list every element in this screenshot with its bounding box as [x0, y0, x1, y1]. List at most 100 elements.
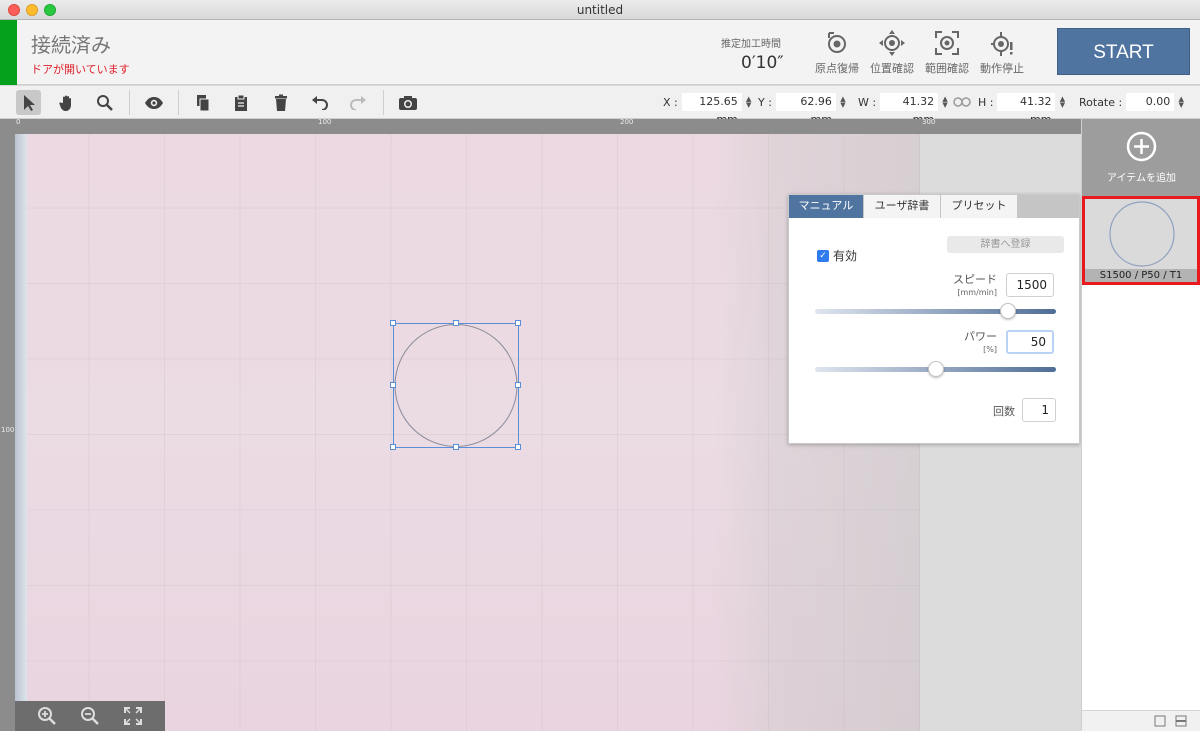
fit-screen-icon[interactable]	[123, 706, 143, 726]
estimated-time-value: 0′10″	[741, 53, 784, 73]
start-button[interactable]: START	[1057, 28, 1190, 75]
hand-tool-button[interactable]	[54, 90, 79, 115]
speed-slider-thumb[interactable]	[999, 303, 1016, 319]
x-stepper[interactable]: ▲ ▼	[745, 96, 753, 109]
hand-tool-icon	[58, 95, 71, 111]
zoom-window-button[interactable]	[44, 4, 56, 16]
y-stepper[interactable]: ▲ ▼	[839, 96, 847, 109]
list-item[interactable]: S1500 / P50 / T1	[1082, 196, 1200, 285]
undo-icon	[311, 95, 328, 110]
origin-return-icon	[828, 32, 846, 53]
item-sidebar: アイテムを追加 S1500 / P50 / T1	[1081, 119, 1200, 731]
resize-handle[interactable]	[390, 320, 396, 326]
tab-preset[interactable]: プリセット	[941, 195, 1018, 218]
paste-icon	[234, 94, 247, 111]
add-item-label: アイテムを追加	[1107, 173, 1176, 184]
redo-button[interactable]	[345, 90, 370, 115]
power-slider[interactable]	[815, 361, 1056, 377]
single-view-icon[interactable]	[1154, 715, 1166, 727]
edit-toolbar: X : 125.65 mm ▲▼ Y : 62.96 mm ▲▼ W : 41.…	[0, 86, 1200, 126]
preview-button[interactable]	[141, 90, 166, 115]
resize-handle[interactable]	[515, 444, 521, 450]
speed-input[interactable]: 1500	[1006, 273, 1054, 297]
rotate-input[interactable]: 0.00	[1126, 93, 1175, 111]
w-stepper[interactable]: ▲ ▼	[941, 96, 949, 109]
sidebar-footer	[1082, 710, 1200, 731]
tab-manual[interactable]: マニュアル	[789, 195, 864, 218]
zoom-out-icon[interactable]	[80, 706, 100, 726]
resize-handle[interactable]	[390, 444, 396, 450]
position-check-label: 位置確認	[870, 62, 914, 75]
paste-button[interactable]	[228, 90, 253, 115]
ruler-label: 100	[318, 118, 332, 126]
bed-edge	[15, 134, 27, 731]
zoom-tool-button[interactable]	[92, 90, 117, 115]
speed-slider[interactable]	[815, 303, 1056, 319]
w-input[interactable]: 41.32 mm	[880, 93, 939, 126]
range-check-button[interactable]: 範囲確認	[920, 29, 974, 76]
origin-return-button[interactable]: 原点復帰	[810, 29, 864, 76]
power-slider-thumb[interactable]	[927, 361, 944, 377]
resize-handle[interactable]	[390, 382, 396, 388]
rotate-label: Rotate :	[1079, 95, 1123, 109]
panel-tabs: マニュアル ユーザ辞書 プリセット	[789, 195, 1079, 218]
ruler-label: 0	[16, 118, 21, 126]
split-view-icon[interactable]	[1175, 715, 1187, 727]
copy-button[interactable]	[190, 90, 215, 115]
machine-header: 接続済み ドアが開いています 推定加工時間 0′10″ 原点復帰 位置確認 範囲…	[0, 20, 1200, 85]
door-warning: ドアが開いています	[31, 63, 130, 76]
minimize-window-button[interactable]	[26, 4, 38, 16]
zoom-controls	[15, 701, 165, 731]
position-check-button[interactable]: 位置確認	[865, 29, 919, 76]
power-input[interactable]: 50	[1006, 330, 1054, 354]
zoom-in-icon[interactable]	[37, 706, 57, 726]
ruler-label: 100	[1, 426, 15, 434]
count-input[interactable]: 1	[1022, 398, 1056, 422]
y-label: Y :	[758, 95, 772, 109]
add-item-button[interactable]: アイテムを追加	[1082, 119, 1200, 196]
count-label: 回数	[993, 405, 1015, 418]
h-stepper[interactable]: ▲ ▼	[1058, 96, 1066, 109]
undo-button[interactable]	[307, 90, 332, 115]
checkmark-icon: ✓	[817, 249, 829, 262]
connection-status: 接続済み	[31, 33, 111, 57]
link-icon	[953, 97, 971, 107]
enabled-checkbox[interactable]: ✓ 有効	[817, 247, 857, 264]
title-bar: untitled	[0, 0, 1200, 20]
copy-icon	[196, 94, 209, 111]
delete-button[interactable]	[268, 90, 293, 115]
width-field: W : 41.32 mm ▲▼	[858, 93, 949, 126]
connection-indicator	[0, 20, 17, 85]
h-input[interactable]: 41.32 mm	[997, 93, 1056, 126]
x-input[interactable]: 125.65 mm	[681, 93, 742, 126]
toolbar-separator	[129, 90, 130, 115]
camera-button[interactable]	[395, 90, 420, 115]
register-dictionary-button[interactable]: 辞書へ登録	[947, 236, 1064, 253]
resize-handle[interactable]	[515, 382, 521, 388]
tab-user-dictionary[interactable]: ユーザ辞書	[864, 195, 941, 218]
item-settings-label: S1500 / P50 / T1	[1085, 269, 1197, 282]
speed-label: スピード	[953, 273, 997, 286]
selection-box	[390, 320, 521, 450]
close-window-button[interactable]	[8, 4, 20, 16]
select-tool-button[interactable]	[16, 90, 41, 115]
x-label: X :	[663, 95, 678, 109]
stop-operation-button[interactable]: 動作停止	[975, 29, 1029, 76]
window-title: untitled	[576, 3, 624, 17]
resize-handle[interactable]	[453, 320, 459, 326]
height-field: H : 41.32 mm ▲▼	[978, 93, 1066, 126]
h-label: H :	[978, 95, 994, 109]
toolbar-separator	[383, 90, 384, 115]
resize-handle[interactable]	[453, 444, 459, 450]
top-ruler: 0 100 200 300	[15, 118, 1081, 134]
y-input[interactable]: 62.96 mm	[775, 93, 836, 126]
resize-handle[interactable]	[515, 320, 521, 326]
speed-unit: [mm/min]	[957, 288, 997, 297]
ruler-label: 300	[922, 118, 936, 126]
stop-operation-icon	[991, 32, 1013, 56]
aspect-lock-button[interactable]	[951, 91, 973, 113]
plus-circle-icon	[1126, 131, 1157, 162]
w-label: W :	[858, 95, 877, 109]
rotate-stepper[interactable]: ▲ ▼	[1177, 96, 1185, 109]
ruler-label: 200	[620, 118, 634, 126]
